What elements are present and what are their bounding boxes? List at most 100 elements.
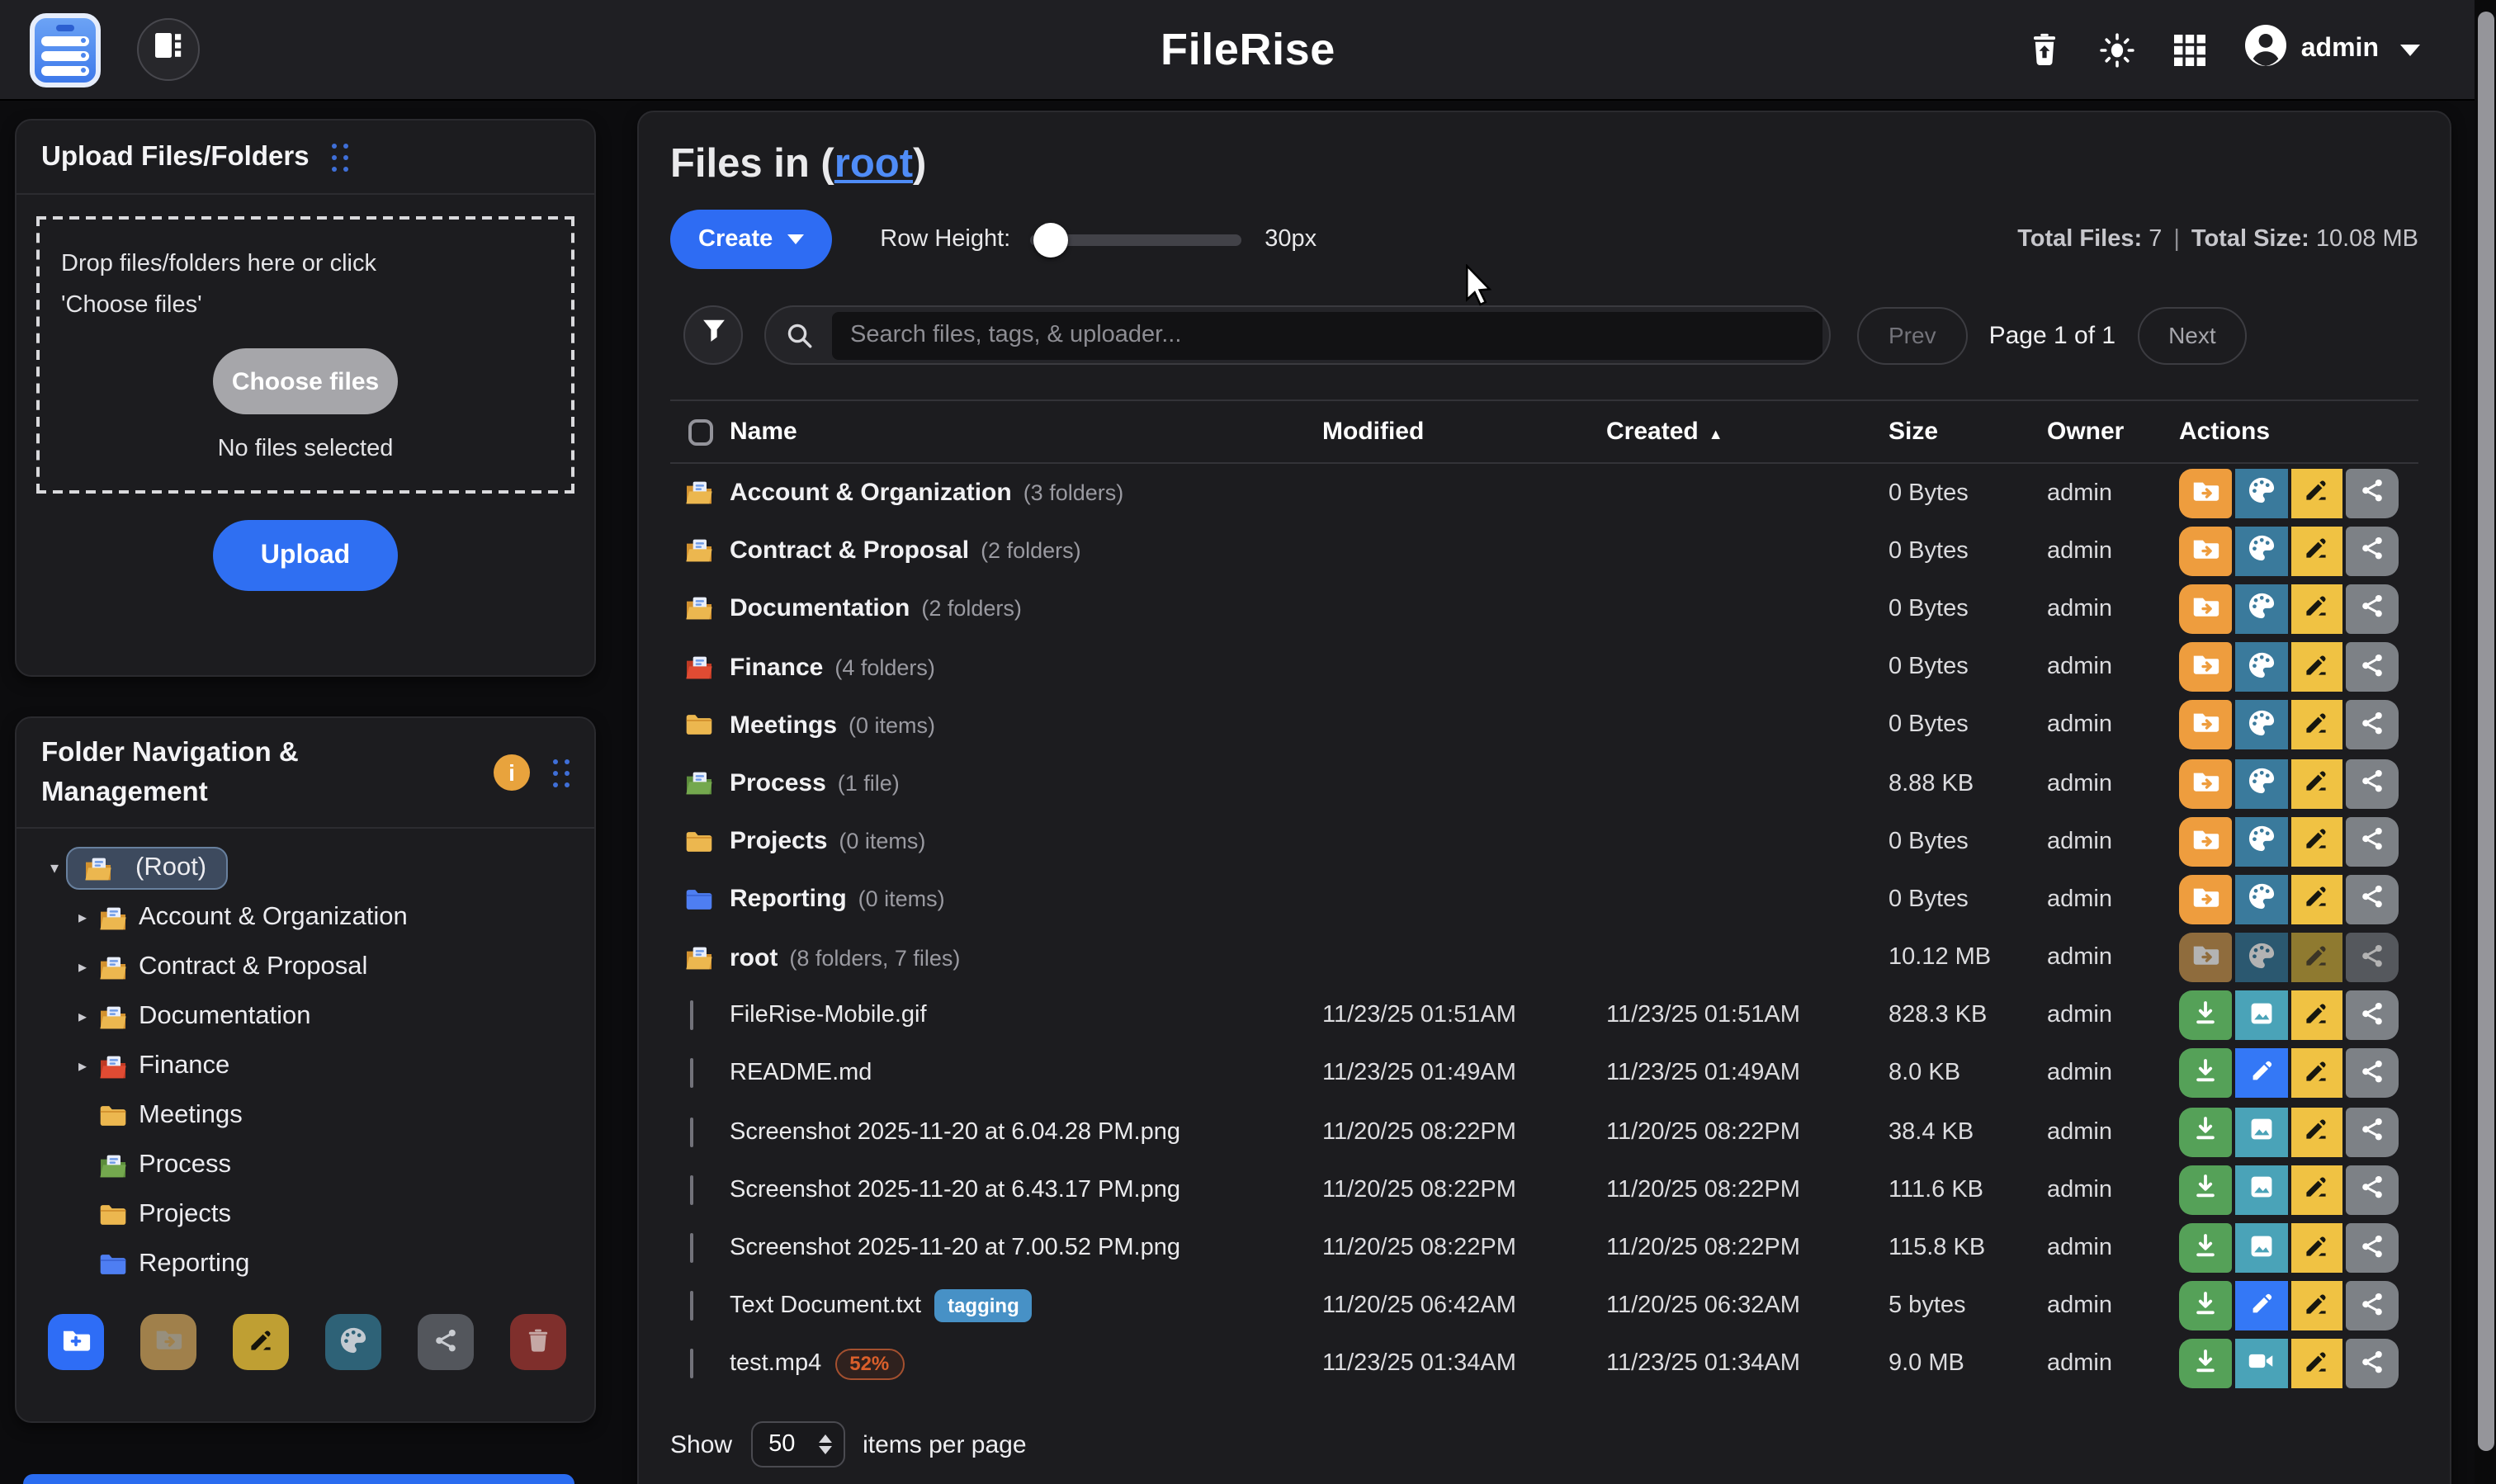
download-button[interactable] [2179,1281,2232,1330]
folder-move-button[interactable] [2179,816,2232,866]
share-button[interactable] [2347,875,2399,924]
folder-tree-item[interactable]: ▸Account & Organization [30,893,581,943]
row-checkbox[interactable] [690,1001,693,1031]
row-checkbox[interactable] [690,1059,693,1089]
selected-folder-pill[interactable]: (Root) [66,847,228,890]
file-row[interactable]: FileRise-Mobile.gif11/23/25 01:51AM11/23… [670,986,2418,1044]
item-name[interactable]: Screenshot 2025-11-20 at 6.04.28 PM.png [730,1118,1180,1145]
rename-button[interactable] [2290,1281,2343,1330]
row-checkbox[interactable] [690,1117,693,1146]
tree-caret-icon[interactable]: ▸ [71,909,94,927]
item-name[interactable]: root [730,943,778,971]
share-button[interactable] [2347,759,2399,808]
share-button[interactable] [2347,642,2399,692]
item-name[interactable]: Finance [730,653,823,681]
folder-tree-item[interactable]: Reporting [30,1240,581,1289]
item-name[interactable]: Screenshot 2025-11-20 at 7.00.52 PM.png [730,1235,1180,1261]
item-name[interactable]: Documentation [730,595,910,623]
folder-move-button[interactable] [2179,642,2232,692]
root-breadcrumb-link[interactable]: root [834,142,913,187]
item-name[interactable]: Projects [730,827,827,855]
user-menu[interactable]: admin [2245,25,2420,74]
folder-tree-item[interactable]: Meetings [30,1091,581,1141]
folder-row[interactable]: Documentation(2 folders)0 Bytesadmin [670,580,2418,638]
rename-button[interactable] [2290,1223,2343,1273]
palette-button[interactable] [2235,875,2288,924]
item-name[interactable]: Meetings [730,711,837,740]
preview-image-button[interactable] [2235,991,2288,1041]
share-button[interactable] [2347,1165,2399,1215]
rename-button[interactable] [2290,875,2343,924]
folder-move-button[interactable] [2179,875,2232,924]
file-row[interactable]: Screenshot 2025-11-20 at 7.00.52 PM.png1… [670,1219,2418,1277]
folder-tree-item[interactable]: ▾(Root) [30,844,581,893]
filerise-logo[interactable] [30,12,101,87]
scrollbar-thumb[interactable] [2477,12,2494,1451]
item-name[interactable]: Screenshot 2025-11-20 at 6.43.17 PM.png [730,1177,1180,1203]
share-button[interactable] [2347,584,2399,634]
rename-button[interactable] [2290,642,2343,692]
column-header-created[interactable]: Created▲ [1606,418,1889,446]
file-row[interactable]: Screenshot 2025-11-20 at 6.04.28 PM.png1… [670,1103,2418,1160]
share-button[interactable] [2347,1340,2399,1389]
share-folder-button[interactable] [418,1314,474,1370]
folder-tree-item[interactable]: ▸Documentation [30,992,581,1042]
delete-folder-button[interactable] [510,1314,566,1370]
palette-button[interactable] [2235,816,2288,866]
folder-row[interactable]: Projects(0 items)0 Bytesadmin [670,812,2418,870]
rename-button[interactable] [2290,1107,2343,1156]
item-name[interactable]: Account & Organization [730,479,1012,507]
download-button[interactable] [2179,1340,2232,1389]
rename-button[interactable] [2290,933,2343,982]
edit-button[interactable] [2235,1281,2288,1330]
rename-button[interactable] [2290,1340,2343,1389]
share-button[interactable] [2347,816,2399,866]
row-height-slider[interactable] [1030,234,1241,245]
preview-video-button[interactable] [2235,1340,2288,1389]
row-checkbox[interactable] [690,1175,693,1205]
rename-button[interactable] [2290,991,2343,1041]
item-name[interactable]: test.mp4 [730,1351,821,1378]
next-page-button[interactable]: Next [2137,306,2248,364]
column-header-owner[interactable]: Owner [2047,418,2179,446]
rename-button[interactable] [2290,468,2343,518]
file-row[interactable]: test.mp452%11/23/25 01:34AM11/23/25 01:3… [670,1335,2418,1393]
upload-button[interactable]: Upload [213,520,398,591]
share-button[interactable] [2347,527,2399,576]
download-button[interactable] [2179,1223,2232,1273]
tree-caret-icon[interactable]: ▸ [71,958,94,976]
download-button[interactable] [2179,991,2232,1041]
folder-tree-item[interactable]: ▸Finance [30,1042,581,1091]
palette-button[interactable] [2235,527,2288,576]
folder-row[interactable]: Contract & Proposal(2 folders)0 Bytesadm… [670,522,2418,579]
column-header-modified[interactable]: Modified [1322,418,1606,446]
drag-handle-icon[interactable] [553,759,570,787]
preview-image-button[interactable] [2235,1107,2288,1156]
item-name[interactable]: FileRise-Mobile.gif [730,1003,927,1029]
info-icon[interactable]: i [494,754,530,791]
row-checkbox[interactable] [690,1349,693,1379]
file-row[interactable]: Text Document.txttagging11/20/25 06:42AM… [670,1277,2418,1335]
search-input[interactable] [832,311,1822,359]
rename-button[interactable] [2290,1165,2343,1215]
preview-image-button[interactable] [2235,1223,2288,1273]
items-per-page-select[interactable]: 50 [750,1421,844,1467]
select-all-checkbox[interactable] [688,418,713,445]
choose-files-button[interactable]: Choose files [213,348,398,414]
rename-button[interactable] [2290,759,2343,808]
apps-grid-icon[interactable] [2174,34,2205,65]
share-button[interactable] [2347,701,2399,750]
share-button[interactable] [2347,1223,2399,1273]
row-checkbox[interactable] [690,1291,693,1321]
palette-button[interactable] [2235,468,2288,518]
file-row[interactable]: README.md11/23/25 01:49AM11/23/25 01:49A… [670,1045,2418,1103]
download-button[interactable] [2179,1049,2232,1099]
item-name[interactable]: Text Document.txt [730,1293,921,1319]
tree-caret-icon[interactable]: ▸ [71,1057,94,1075]
folder-row[interactable]: Finance(4 folders)0 Bytesadmin [670,638,2418,696]
rename-button[interactable] [2290,701,2343,750]
folder-row[interactable]: root(8 folders, 7 files)10.12 MBadmin [670,929,2418,986]
row-checkbox[interactable] [690,1233,693,1263]
folder-move-button[interactable] [2179,759,2232,808]
create-folder-button[interactable] [48,1314,104,1370]
